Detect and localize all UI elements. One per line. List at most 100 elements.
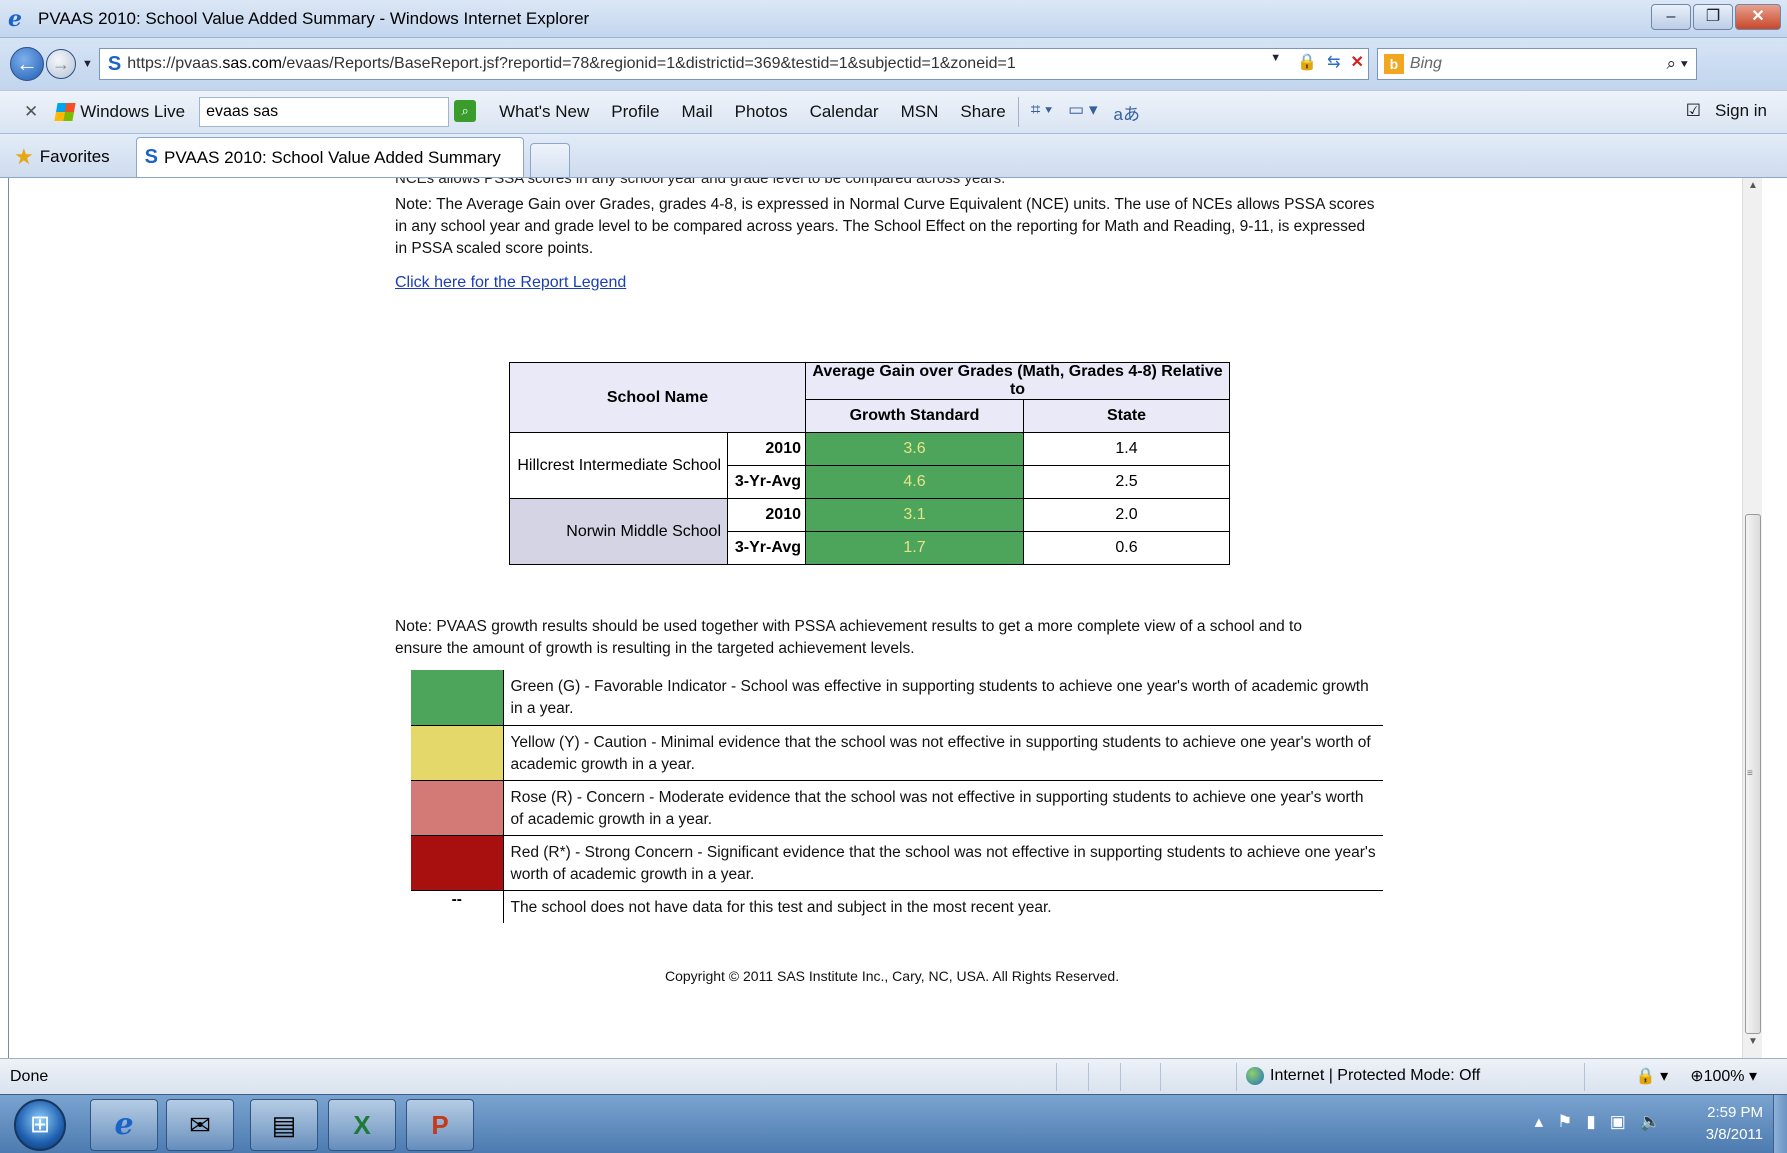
- toolbar-link[interactable]: Profile: [611, 102, 659, 122]
- nce-note: Note: The Average Gain over Grades, grad…: [395, 196, 1375, 257]
- powerpoint-icon[interactable]: P: [406, 1099, 474, 1151]
- toolbar-link[interactable]: Share: [960, 102, 1005, 122]
- color-legend: Green (G) - Favorable Indicator - School…: [411, 670, 1383, 923]
- legend-swatch: [411, 835, 504, 891]
- action-center-icon[interactable]: ⚑: [1557, 1112, 1572, 1132]
- restore-button[interactable]: ❐: [1693, 4, 1733, 30]
- network-icon[interactable]: ▣: [1610, 1112, 1626, 1132]
- legend-swatch: [411, 780, 504, 836]
- window-title: PVAAS 2010: School Value Added Summary -…: [38, 8, 590, 28]
- ie-logo-icon: e: [8, 5, 22, 32]
- close-button[interactable]: ✕: [1735, 4, 1781, 30]
- legend-row: -- The school does not have data for thi…: [411, 890, 1383, 923]
- table-row: Norwin Middle School 2010 3.1 2.0: [509, 498, 1230, 565]
- search-placeholder: Bing: [1409, 55, 1442, 72]
- minimize-button[interactable]: –: [1651, 4, 1691, 30]
- toolbar-link[interactable]: Calendar: [810, 102, 879, 122]
- growth-value: 1.7: [805, 531, 1024, 565]
- search-icon[interactable]: ⌕ ▾: [1667, 54, 1688, 74]
- copyright: Copyright © 2011 SAS Institute Inc., Car…: [665, 968, 1120, 984]
- legend-text: The school does not have data for this t…: [502, 890, 1383, 923]
- school-name-cell: Norwin Middle School: [509, 498, 728, 565]
- volume-icon[interactable]: 🔈: [1640, 1112, 1661, 1132]
- toolbar-search-icon[interactable]: ⌕: [454, 100, 477, 122]
- legend-text: Rose (R) - Concern - Moderate evidence t…: [502, 780, 1383, 836]
- growth-value: 3.1: [805, 498, 1024, 532]
- toolbar-divider: [1017, 97, 1019, 127]
- system-tray[interactable]: ▴ ⚑ ▮ ▣ 🔈: [1535, 1112, 1661, 1132]
- toolbar-links: What's New Profile Mail Photos Calendar …: [499, 102, 1006, 122]
- windows-live-label[interactable]: Windows Live: [80, 102, 185, 122]
- internet-explorer-icon[interactable]: e: [90, 1099, 158, 1151]
- page-icon[interactable]: ▭ ▾: [1068, 100, 1097, 125]
- legend-row: Rose (R) - Concern - Moderate evidence t…: [411, 780, 1383, 836]
- favorites-button[interactable]: ★ Favorites: [14, 137, 110, 177]
- search-box[interactable]: b Bing ⌕ ▾: [1376, 48, 1697, 80]
- address-bar[interactable]: S https://pvaas.sas.com/evaas/Reports/Ba…: [98, 48, 1369, 80]
- table-row: Hillcrest Intermediate School 2010 3.6 1…: [509, 432, 1230, 499]
- toolbar-link[interactable]: MSN: [901, 102, 939, 122]
- stop-icon[interactable]: ✕: [1350, 52, 1363, 72]
- lock-icon[interactable]: 🔒: [1297, 52, 1317, 72]
- close-toolbar-icon[interactable]: ✕: [24, 102, 38, 122]
- navigation-bar: ← → ▼ S https://pvaas.sas.com/evaas/Repo…: [0, 38, 1787, 90]
- file-explorer-icon[interactable]: ▤: [250, 1099, 318, 1151]
- nodata-symbol: --: [411, 890, 504, 923]
- address-dropdown-icon[interactable]: ▼: [1270, 52, 1281, 72]
- growth-standard-header: Growth Standard: [805, 399, 1024, 433]
- state-header: State: [1023, 399, 1230, 433]
- status-bar: Done Internet | Protected Mode: Off 🔒 ▾ …: [0, 1058, 1787, 1094]
- growth-value: 3.6: [805, 432, 1024, 466]
- status-text: Done: [10, 1067, 49, 1085]
- clock-date: 3/8/2011: [1705, 1126, 1763, 1143]
- state-value: 2.0: [1023, 498, 1230, 532]
- outlook-icon[interactable]: ✉: [166, 1099, 234, 1151]
- history-dropdown-icon[interactable]: ▼: [82, 58, 93, 70]
- zoom-control[interactable]: ⊕100% ▾: [1690, 1066, 1757, 1086]
- legend-text: Green (G) - Favorable Indicator - School…: [502, 670, 1383, 726]
- toolbar-link[interactable]: Photos: [735, 102, 788, 122]
- web-slice-icon[interactable]: ⌗ ▾: [1031, 100, 1052, 125]
- report-legend-link[interactable]: Click here for the Report Legend: [395, 274, 626, 292]
- vertical-scrollbar[interactable]: ▲ ≡ ▼: [1742, 178, 1762, 1058]
- year-label: 2010: [727, 432, 806, 466]
- clock[interactable]: 2:59 PM 3/8/2011: [1706, 1102, 1763, 1146]
- state-value: 1.4: [1023, 432, 1230, 466]
- tab-favicon-icon: S: [144, 146, 158, 168]
- sign-in-link[interactable]: Sign in: [1715, 101, 1767, 121]
- page-content: NCEs allows PSSA scores in any school ye…: [8, 178, 1762, 1058]
- legend-swatch: [411, 725, 504, 781]
- growth-note: Note: PVAAS growth results should be use…: [395, 618, 1302, 657]
- compat-view-icon[interactable]: 🔒 ▾: [1636, 1066, 1668, 1086]
- windows-taskbar: ⊞ e ✉ ▤ X P ▴ ⚑ ▮ ▣ 🔈 2:59 PM 3/8/2011: [0, 1094, 1787, 1153]
- new-tab-button[interactable]: [529, 143, 570, 177]
- legend-row: Red (R*) - Strong Concern - Significant …: [411, 835, 1383, 891]
- address-url[interactable]: https://pvaas.sas.com/evaas/Reports/Base…: [127, 55, 1016, 73]
- toolbar-search-input[interactable]: evaas sas ⌕: [199, 97, 477, 127]
- back-button[interactable]: ←: [10, 47, 44, 81]
- show-desktop-button[interactable]: [1773, 1095, 1787, 1153]
- checkbox-icon[interactable]: ☑: [1686, 101, 1701, 121]
- active-tab[interactable]: S PVAAS 2010: School Value Added Summary: [135, 137, 524, 177]
- scroll-up-icon[interactable]: ▲: [1743, 180, 1762, 200]
- toolbar-link[interactable]: Mail: [681, 102, 712, 122]
- excel-icon[interactable]: X: [328, 1099, 396, 1151]
- refresh-icon[interactable]: ⇆: [1327, 52, 1340, 72]
- gain-header: Average Gain over Grades (Math, Grades 4…: [805, 362, 1230, 400]
- site-favicon-icon: S: [107, 52, 122, 75]
- forward-button[interactable]: →: [46, 49, 76, 79]
- power-icon[interactable]: ▮: [1586, 1112, 1595, 1132]
- toolbar-link[interactable]: What's New: [499, 102, 589, 122]
- state-value: 0.6: [1023, 531, 1230, 565]
- start-button[interactable]: ⊞: [14, 1099, 66, 1151]
- translate-icon[interactable]: aあ: [1114, 100, 1140, 125]
- scroll-down-icon[interactable]: ▼: [1743, 1036, 1762, 1056]
- legend-row: Green (G) - Favorable Indicator - School…: [411, 670, 1383, 726]
- security-zone[interactable]: Internet | Protected Mode: Off: [1246, 1067, 1480, 1085]
- growth-value: 4.6: [805, 465, 1024, 499]
- value-added-table: School Name Average Gain over Grades (Ma…: [509, 362, 1230, 565]
- legend-swatch: [411, 670, 504, 726]
- tray-arrow-icon[interactable]: ▴: [1535, 1112, 1544, 1132]
- legend-text: Yellow (Y) - Caution - Minimal evidence …: [502, 725, 1383, 781]
- year-label: 3-Yr-Avg: [727, 465, 806, 499]
